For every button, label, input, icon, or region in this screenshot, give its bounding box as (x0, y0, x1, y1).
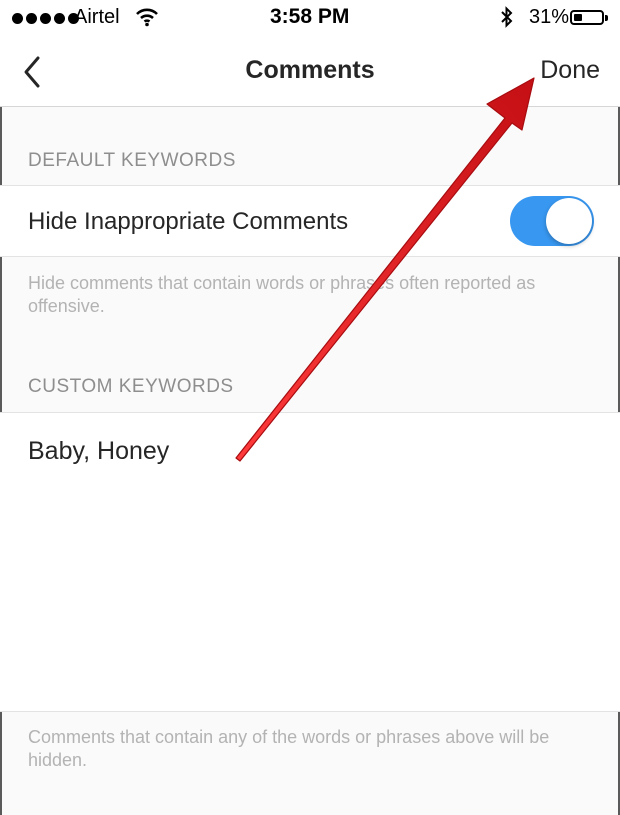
custom-keywords-field[interactable]: Baby, Honey (0, 412, 620, 712)
default-keywords-header: DEFAULT KEYWORDS (28, 150, 236, 171)
navigation-bar: Comments Done (0, 36, 620, 107)
signal-dots-icon (12, 13, 79, 24)
custom-keywords-value[interactable]: Baby, Honey (28, 437, 169, 466)
page-title: Comments (245, 56, 375, 84)
toggle-knob (546, 198, 592, 244)
hide-inappropriate-toggle[interactable] (510, 196, 594, 246)
hide-inappropriate-label: Hide Inappropriate Comments (28, 208, 349, 235)
custom-keywords-header: CUSTOM KEYWORDS (28, 376, 234, 397)
status-bar: Airtel 3:58 PM 31% (0, 0, 620, 36)
battery-level-fill (574, 14, 582, 21)
wifi-icon (136, 8, 158, 27)
hide-inappropriate-row: Hide Inappropriate Comments (0, 185, 620, 257)
battery-percent: 31% (529, 6, 570, 28)
custom-keywords-footer: Comments that contain any of the words o… (28, 727, 550, 770)
bluetooth-icon (501, 6, 513, 28)
done-button[interactable]: Done (540, 56, 600, 85)
clock-time: 3:58 PM (270, 5, 350, 28)
battery-icon (570, 10, 608, 25)
carrier-name: Airtel (74, 6, 120, 28)
default-keywords-description: Hide comments that contain words or phra… (28, 273, 536, 316)
